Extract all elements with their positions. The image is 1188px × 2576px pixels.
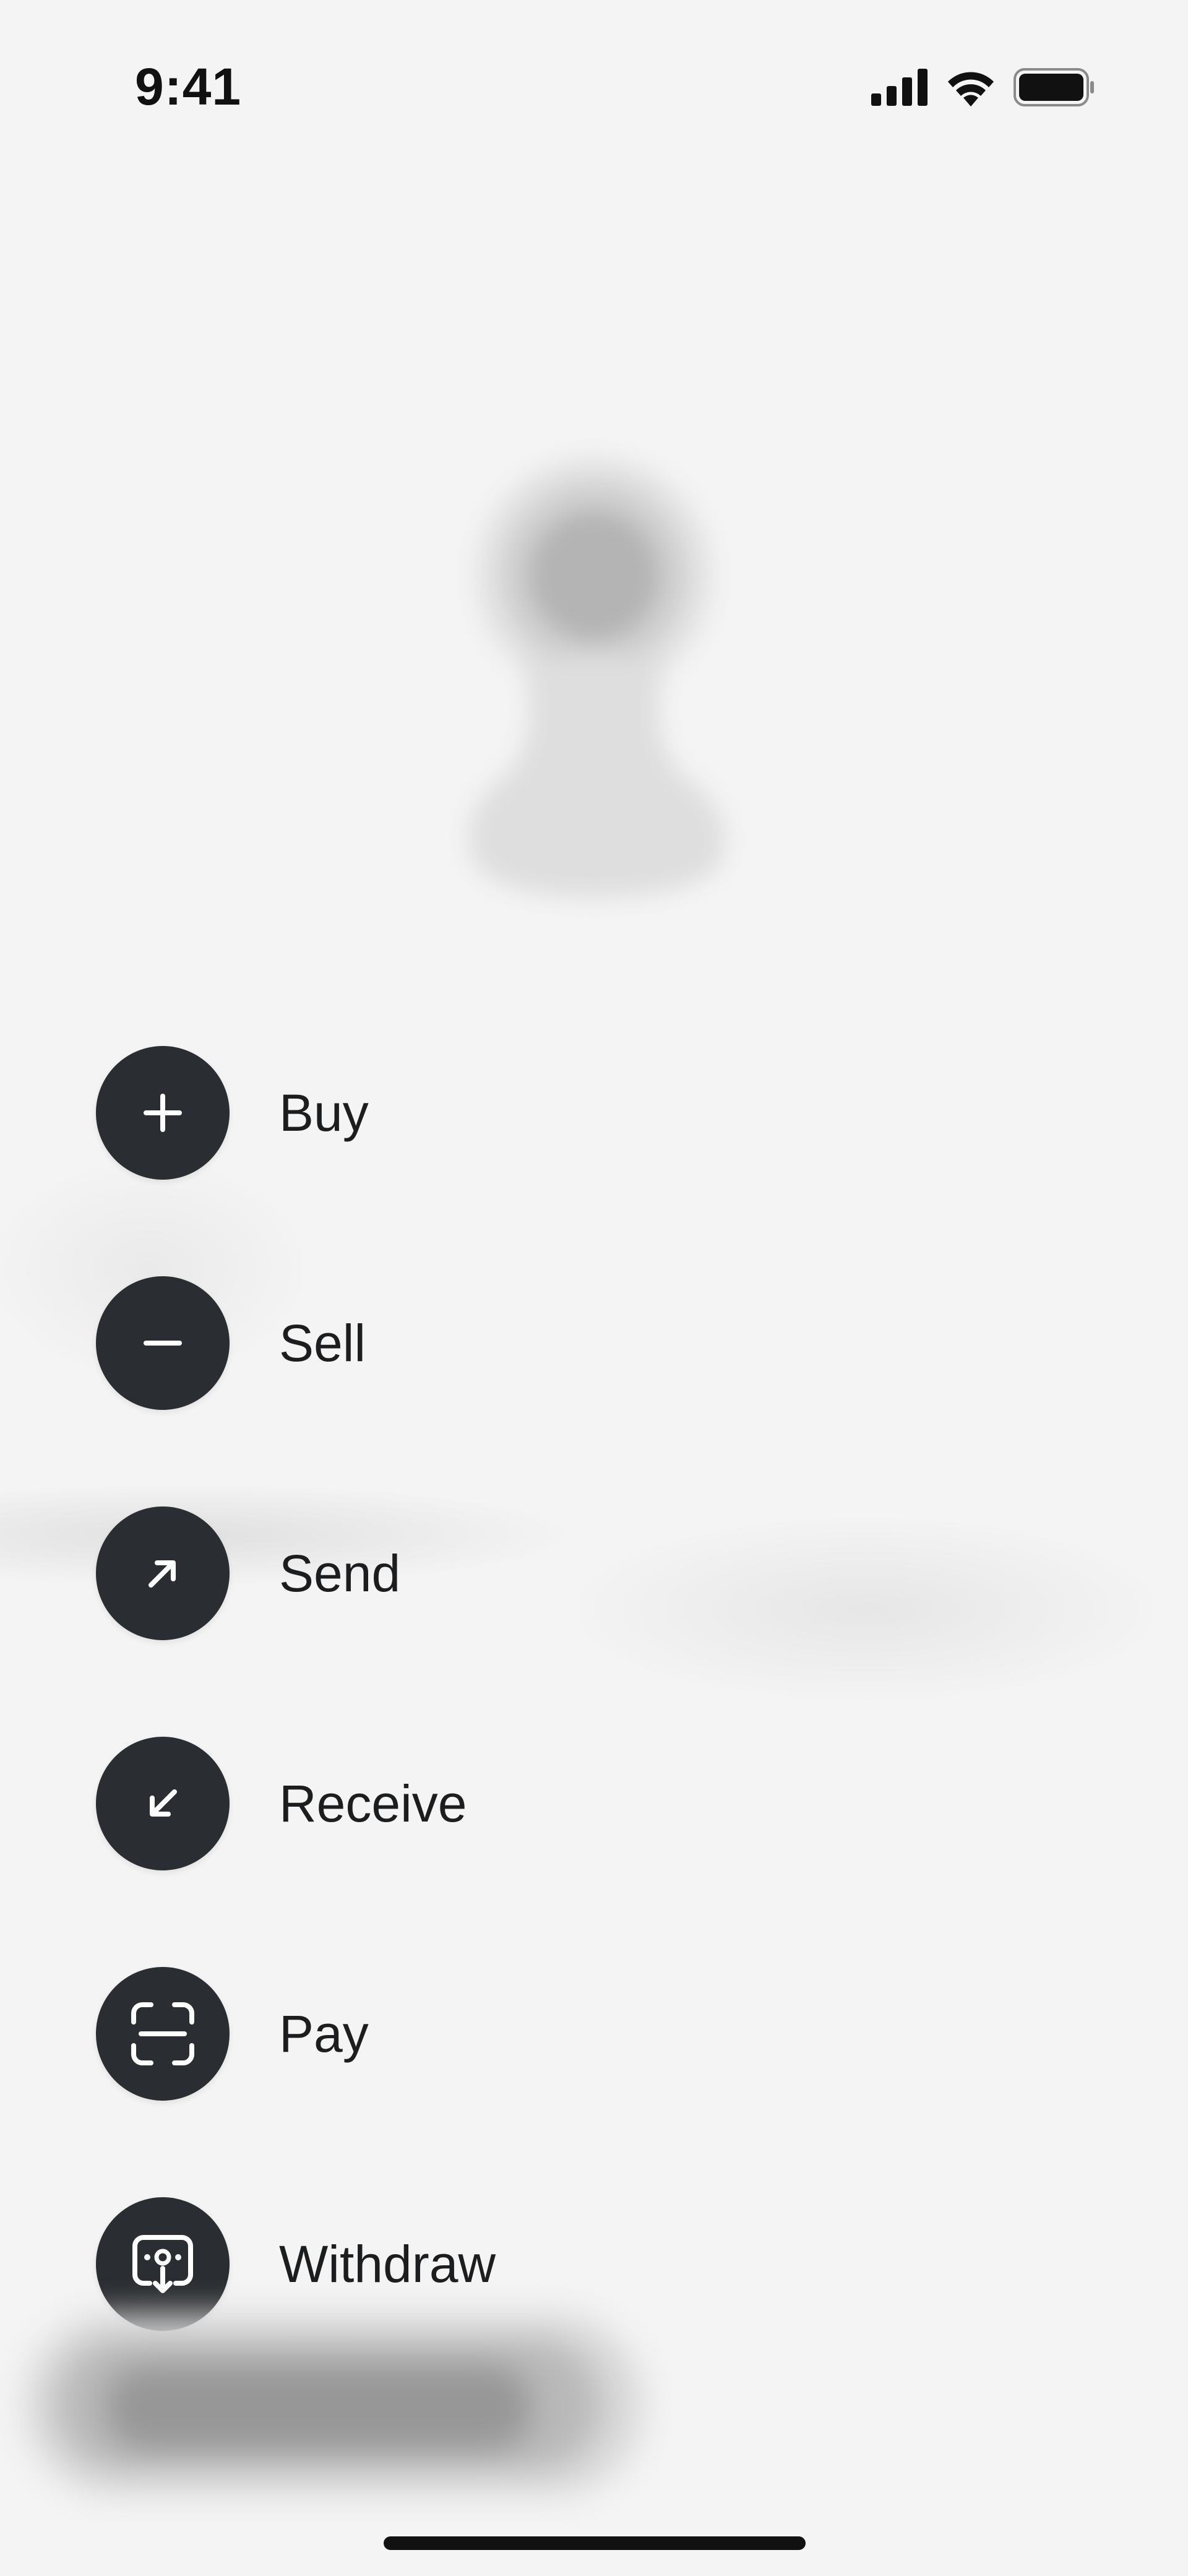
receive-button[interactable]: Receive xyxy=(96,1737,467,1870)
sell-label: Sell xyxy=(279,1313,366,1372)
buy-label: Buy xyxy=(279,1083,369,1142)
receive-icon-circle[interactable] xyxy=(96,1737,230,1870)
cellular-signal-icon xyxy=(871,68,928,109)
sell-button[interactable]: Sell xyxy=(96,1276,366,1410)
screen: 9:41 Buy Sell Send Receive Pay Withdraw xyxy=(0,0,1188,2576)
withdraw-icon xyxy=(129,2230,197,2298)
status-bar: 9:41 xyxy=(0,0,1188,173)
buy-icon-circle[interactable] xyxy=(96,1046,230,1180)
arrow-down-left-icon xyxy=(141,1782,184,1825)
send-icon-circle[interactable] xyxy=(96,1506,230,1640)
sell-icon-circle[interactable] xyxy=(96,1276,230,1410)
arrow-up-right-icon xyxy=(141,1552,184,1595)
pay-icon-circle[interactable] xyxy=(96,1967,230,2101)
send-label: Send xyxy=(279,1544,401,1602)
send-button[interactable]: Send xyxy=(96,1506,400,1640)
status-time: 9:41 xyxy=(135,58,242,116)
blurred-bottom-element xyxy=(12,2290,668,2519)
scan-icon xyxy=(129,2000,197,2068)
wifi-icon xyxy=(945,68,996,110)
pay-button[interactable]: Pay xyxy=(96,1967,369,2101)
status-icons xyxy=(871,67,1095,110)
withdraw-label: Withdraw xyxy=(279,2234,496,2293)
home-indicator[interactable] xyxy=(384,2536,806,2550)
plus-icon xyxy=(141,1091,184,1135)
minus-icon xyxy=(141,1321,184,1365)
buy-button[interactable]: Buy xyxy=(96,1046,369,1180)
battery-icon xyxy=(1014,67,1095,110)
avatar xyxy=(384,384,804,978)
pay-label: Pay xyxy=(279,2004,369,2063)
receive-label: Receive xyxy=(279,1774,467,1833)
